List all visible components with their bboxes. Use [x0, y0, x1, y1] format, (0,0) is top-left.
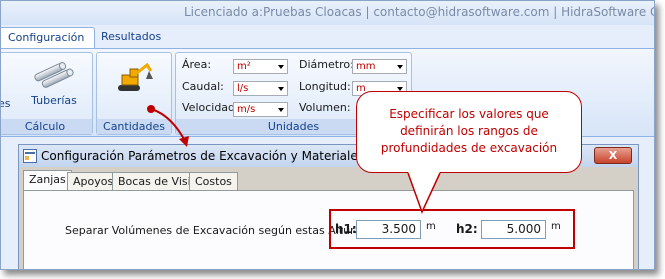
longitud-label: Longitud: [299, 80, 351, 93]
callout-line-3: profundidades de excavación [380, 141, 558, 155]
h1-input[interactable]: 3.500 [356, 220, 421, 239]
tuberias-button[interactable]: Tuberías [26, 61, 82, 111]
excavator-icon [118, 62, 153, 91]
form-icon [23, 149, 37, 163]
volumen-label: Volumen: [299, 101, 351, 114]
tab-zanjas[interactable]: Zanjas [23, 170, 72, 190]
pointer-arrow-icon [147, 105, 189, 147]
chevron-down-icon [278, 65, 284, 69]
heights-highlight-box: h1: 3.500 m h2: 5.000 m [329, 209, 575, 249]
callout-line-1: Especificar los valores que [389, 107, 549, 121]
h2-unit: m [551, 221, 561, 232]
tab-resultados[interactable]: Resultados [91, 27, 171, 49]
h2-label: h2: [456, 222, 478, 236]
dialog-title: Configuración Parámetros de Excavación y… [41, 149, 364, 163]
callout-line-2: definirán los rangos de [400, 124, 538, 138]
instruction-callout: Especificar los valores que definirán lo… [356, 91, 582, 173]
caudal-label: Caudal: [182, 80, 224, 93]
ribbon-tabs: Configuración Resultados [1, 27, 654, 49]
tab-costos[interactable]: Costos [189, 172, 238, 190]
group-calculo: es Tuberías Cálcu [1, 52, 93, 135]
chevron-down-icon [278, 108, 284, 112]
separator-label: Separar Volúmenes de Excavación según es… [65, 224, 371, 237]
callout-tail [407, 172, 441, 214]
chevron-down-icon [397, 65, 403, 69]
diametro-select[interactable]: mm [352, 59, 407, 74]
area-select[interactable]: m² [233, 59, 288, 74]
velocidad-select[interactable]: m/s [233, 102, 288, 117]
tab-configuracion[interactable]: Configuración [1, 27, 96, 49]
window-title: Licenciado a:Pruebas Cloacas | contacto@… [184, 5, 654, 19]
caudal-select[interactable]: l/s [233, 81, 288, 96]
ribbon-button-partial[interactable]: es [1, 97, 12, 110]
cantidades-button[interactable] [111, 61, 157, 101]
group-label-calculo: Cálculo [1, 119, 92, 134]
h1-unit: m [426, 221, 436, 232]
zanjas-panel: Separar Volúmenes de Excavación según es… [23, 190, 634, 269]
diametro-label: Diámetro: [299, 58, 354, 71]
tuberias-label: Tuberías [31, 94, 77, 107]
chevron-down-icon [278, 87, 284, 91]
pipes-icon [34, 62, 74, 88]
h2-input[interactable]: 5.000 [481, 220, 546, 239]
title-bar: Licenciado a:Pruebas Cloacas | contacto@… [1, 1, 654, 25]
close-button[interactable]: X [594, 147, 632, 164]
area-label: Área: [182, 58, 212, 71]
h1-label: h1: [335, 222, 357, 236]
